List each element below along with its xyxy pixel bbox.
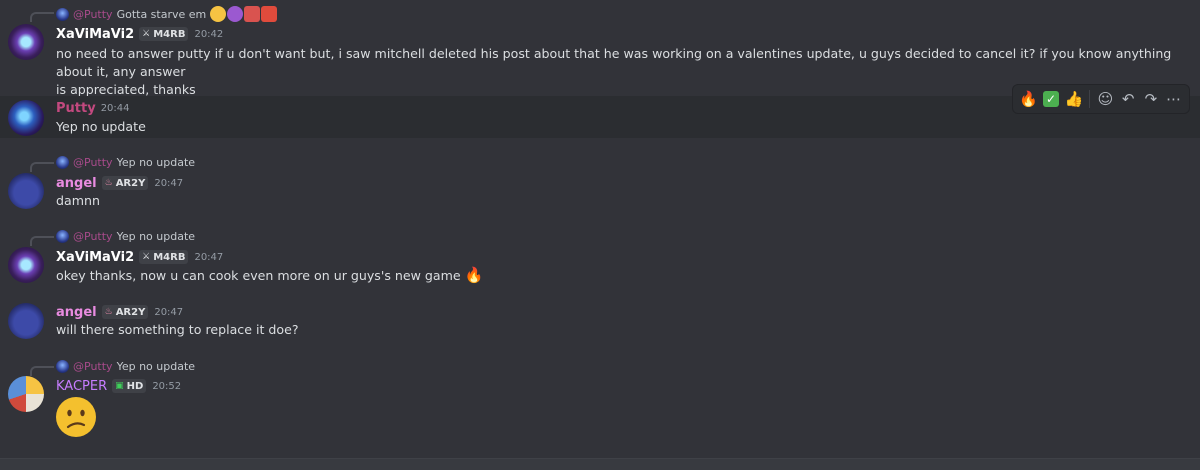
message-line: no need to answer putty if u don't want … [56, 46, 1172, 79]
author-name[interactable]: Putty [56, 101, 96, 116]
camera-icon: ▣ [115, 381, 124, 391]
message-action-toolbar: 🔥 ✓ 👍 ☺ ↶ ↷ ⋯ [1012, 84, 1190, 114]
guild-tag[interactable]: ▣ HD [112, 379, 147, 393]
reply-avatar [56, 229, 69, 243]
reply-text: Yep no update [116, 155, 196, 169]
confused-face-emoji [56, 397, 96, 437]
add-reaction-icon: ☺ [1097, 90, 1114, 108]
reply-avatar [56, 155, 69, 169]
forward-button[interactable]: ↷ [1140, 87, 1163, 111]
message-header: angel ♨ AR2Y 20:47 [56, 303, 183, 321]
toolbar-divider [1089, 90, 1091, 108]
thumbs-up-reaction-button[interactable]: 👍 [1062, 87, 1085, 111]
message-content: damnn [56, 193, 100, 208]
forward-icon: ↷ [1144, 90, 1158, 108]
author-name[interactable]: XaViMaVi2 [56, 250, 134, 265]
timestamp[interactable]: 20:47 [154, 307, 183, 318]
message-angel-1: @Putty Yep no update angel ♨ AR2Y 20:47 d… [0, 150, 1200, 212]
guild-tag-label: AR2Y [115, 306, 146, 318]
check-emoji: ✓ [1043, 91, 1060, 107]
message-content: okey thanks, now u can cook even more on… [56, 266, 1176, 285]
add-reaction-button[interactable]: ☺ [1094, 87, 1117, 111]
reply-text: Gotta starve em [116, 7, 207, 21]
reply-preview[interactable]: @Putty Yep no update [56, 228, 195, 244]
ogre-emoji [261, 6, 278, 22]
imp-emoji [244, 6, 261, 22]
avatar-putty[interactable] [8, 100, 44, 136]
reply-connector [30, 12, 54, 22]
timestamp[interactable]: 20:42 [194, 29, 223, 40]
reply-mention[interactable]: @Putty [73, 360, 113, 373]
more-button[interactable]: ⋯ [1162, 87, 1185, 111]
timestamp[interactable]: 20:44 [101, 103, 130, 114]
avatar-angel[interactable] [8, 173, 44, 209]
author-name[interactable]: angel [56, 176, 97, 191]
avatar-kacper[interactable] [8, 376, 44, 412]
guild-tag-label: HD [126, 380, 144, 392]
reply-connector [30, 236, 54, 246]
message-xavimavi2-2: @Putty Yep no update XaViMaVi2 ⚔ M4RB 20:… [0, 224, 1200, 288]
confused-face-drawing [57, 398, 95, 436]
cake-icon: ♨ [104, 178, 113, 188]
reply-preview[interactable]: @Putty Yep no update [56, 154, 195, 170]
reply-avatar [56, 7, 69, 21]
reply-connector [30, 366, 54, 376]
more-icon: ⋯ [1166, 90, 1182, 108]
reply-text: Yep no update [116, 359, 196, 373]
message-header: Putty 20:44 [56, 99, 130, 117]
message-content: will there something to replace it doe? [56, 322, 299, 337]
guild-tag[interactable]: ⚔ M4RB [139, 27, 189, 41]
message-angel-2: angel ♨ AR2Y 20:47 will there something t… [0, 300, 1200, 344]
guild-tag-label: AR2Y [115, 177, 146, 189]
guild-tag-label: M4RB [153, 28, 186, 40]
message-input-edge [0, 458, 1200, 470]
message-header: XaViMaVi2 ⚔ M4RB 20:47 [56, 248, 223, 266]
crazy-face-emoji [210, 6, 227, 22]
fire-emoji: 🔥 [464, 266, 484, 284]
message-xavimavi2-1: @Putty Gotta starve em XaViMaVi2 ⚔ M4RB 2… [0, 0, 1200, 97]
reply-mention[interactable]: @Putty [73, 8, 113, 21]
cake-icon: ♨ [104, 307, 113, 317]
message-header: angel ♨ AR2Y 20:47 [56, 174, 183, 192]
check-reaction-button[interactable]: ✓ [1040, 87, 1063, 111]
reply-preview[interactable]: @Putty Gotta starve em [56, 6, 278, 22]
guild-tag[interactable]: ♨ AR2Y [101, 305, 149, 319]
sword-icon: ⚔ [142, 252, 151, 262]
timestamp[interactable]: 20:47 [194, 252, 223, 263]
guild-tag[interactable]: ♨ AR2Y [101, 176, 149, 190]
guild-tag[interactable]: ⚔ M4RB [139, 250, 189, 264]
reply-button[interactable]: ↶ [1117, 87, 1140, 111]
message-content: no need to answer putty if u don't want … [56, 45, 1176, 99]
reply-text: Yep no update [116, 229, 196, 243]
avatar-angel[interactable] [8, 303, 44, 339]
reply-connector [30, 162, 54, 172]
reply-avatar [56, 359, 69, 373]
guild-tag-label: M4RB [153, 251, 186, 263]
fire-reaction-button[interactable]: 🔥 [1017, 87, 1040, 111]
timestamp[interactable]: 20:52 [152, 381, 181, 392]
reply-mention[interactable]: @Putty [73, 230, 113, 243]
message-header: XaViMaVi2 ⚔ M4RB 20:42 [56, 25, 223, 43]
author-name[interactable]: KACPER [56, 379, 107, 394]
avatar-xavimavi2[interactable] [8, 24, 44, 60]
timestamp[interactable]: 20:47 [154, 178, 183, 189]
message-text: okey thanks, now u can cook even more on… [56, 268, 461, 283]
reply-mention[interactable]: @Putty [73, 156, 113, 169]
avatar-xavimavi2[interactable] [8, 247, 44, 283]
smiling-imp-emoji [227, 6, 244, 22]
sword-icon: ⚔ [142, 29, 151, 39]
message-kacper: @Putty Yep no update KACPER ▣ HD 20:52 [0, 354, 1200, 454]
message-header: KACPER ▣ HD 20:52 [56, 377, 181, 395]
reply-icon: ↶ [1121, 90, 1135, 108]
reply-preview[interactable]: @Putty Yep no update [56, 358, 195, 374]
author-name[interactable]: angel [56, 305, 97, 320]
message-content: Yep no update [56, 119, 146, 134]
author-name[interactable]: XaViMaVi2 [56, 27, 134, 42]
